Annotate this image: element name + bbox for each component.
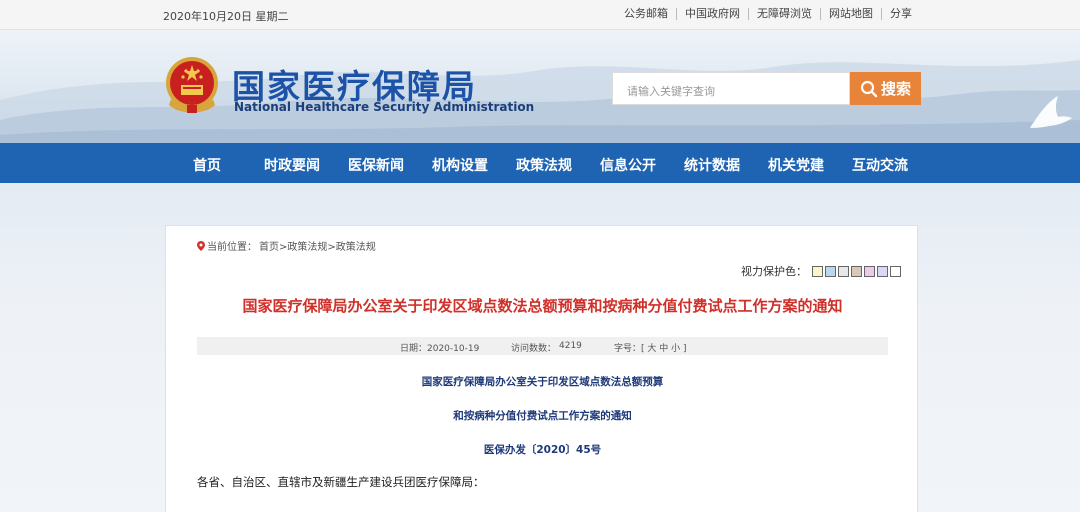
- nav-item-news[interactable]: 时政要闻: [264, 155, 320, 175]
- article-panel: 当前位置： 首页>政策法规>政策法规 视力保护色： 国家医疗保障局办公室关于印发…: [165, 225, 918, 512]
- search-input[interactable]: 请输入关键字查询: [612, 72, 850, 105]
- swatch-white[interactable]: [890, 265, 901, 277]
- article-salutation: 各省、自治区、直辖市及新疆生产建设兵团医疗保障局：: [197, 475, 485, 489]
- swatch-pink[interactable]: [864, 265, 875, 277]
- site-header: 国家医疗保障局 National Healthcare Security Adm…: [0, 30, 1080, 143]
- article-meta: 日期：2020-10-19 访问数数： 4219 字号：[ 大 中 小 ]: [197, 337, 888, 355]
- visits-count: 4219: [559, 341, 582, 351]
- nav-item-interaction[interactable]: 互动交流: [852, 155, 908, 175]
- site-title-english: National Healthcare Security Administrat…: [234, 100, 535, 114]
- current-date: 2020年10月20日 星期二: [163, 10, 289, 23]
- truncated-paragraph: [197, 506, 887, 512]
- main-nav: 首页 时政要闻 医保新闻 机构设置 政策法规 信息公开 统计数据 机关党建 互动…: [0, 143, 1080, 183]
- nav-item-party[interactable]: 机关党建: [768, 155, 824, 175]
- top-utility-bar: 2020年10月20日 星期二 公务邮箱 中国政府网 无障碍浏览 网站地图 分享: [0, 0, 1080, 30]
- article-title: 国家医疗保障局办公室关于印发区域点数法总额预算和按病种分值付费试点工作方案的通知: [242, 297, 843, 315]
- swatch-lavender[interactable]: [877, 265, 888, 277]
- breadcrumb-prefix: 当前位置：: [207, 242, 257, 253]
- eye-care-selector: 视力保护色：: [741, 263, 901, 279]
- link-accessibility[interactable]: 无障碍浏览: [748, 8, 820, 20]
- document-heading-line-2: 和按病种分值付费试点工作方案的通知: [453, 410, 632, 422]
- swatch-blue[interactable]: [825, 265, 836, 277]
- search-button[interactable]: 搜索: [850, 72, 921, 105]
- nav-item-disclosure[interactable]: 信息公开: [600, 155, 656, 175]
- font-size-control[interactable]: 字号：[ 大 中 小 ]: [614, 341, 686, 354]
- article-date: 日期：2020-10-19: [400, 344, 480, 354]
- nav-item-policy[interactable]: 政策法规: [516, 155, 572, 175]
- breadcrumb: 当前位置： 首页>政策法规>政策法规: [197, 238, 376, 253]
- eye-care-label: 视力保护色：: [741, 265, 807, 278]
- location-pin-icon: [197, 240, 205, 251]
- link-share[interactable]: 分享: [881, 8, 920, 20]
- search-icon: [860, 80, 878, 97]
- link-mailbox[interactable]: 公务邮箱: [616, 8, 676, 20]
- visits-label: 访问数数：: [511, 344, 557, 354]
- search-button-label: 搜索: [880, 80, 911, 98]
- eye-care-swatches: [812, 265, 901, 277]
- nav-item-healthcare-news[interactable]: 医保新闻: [348, 155, 404, 175]
- utility-links: 公务邮箱 中国政府网 无障碍浏览 网站地图 分享: [616, 8, 920, 20]
- swatch-tan[interactable]: [851, 265, 862, 277]
- document-number: 医保办发〔2020〕45号: [483, 444, 602, 456]
- nav-item-organization[interactable]: 机构设置: [432, 155, 488, 175]
- document-heading-line-1: 国家医疗保障局办公室关于印发区域点数法总额预算: [421, 376, 664, 388]
- nav-item-statistics[interactable]: 统计数据: [684, 155, 740, 175]
- link-gov-portal[interactable]: 中国政府网: [676, 8, 748, 20]
- nav-item-home[interactable]: 首页: [193, 155, 221, 175]
- swatch-gray[interactable]: [838, 265, 849, 277]
- breadcrumb-path[interactable]: 首页>政策法规>政策法规: [259, 238, 376, 253]
- swatch-yellow[interactable]: [812, 265, 823, 277]
- national-emblem-icon[interactable]: [163, 55, 221, 115]
- link-sitemap[interactable]: 网站地图: [820, 8, 881, 20]
